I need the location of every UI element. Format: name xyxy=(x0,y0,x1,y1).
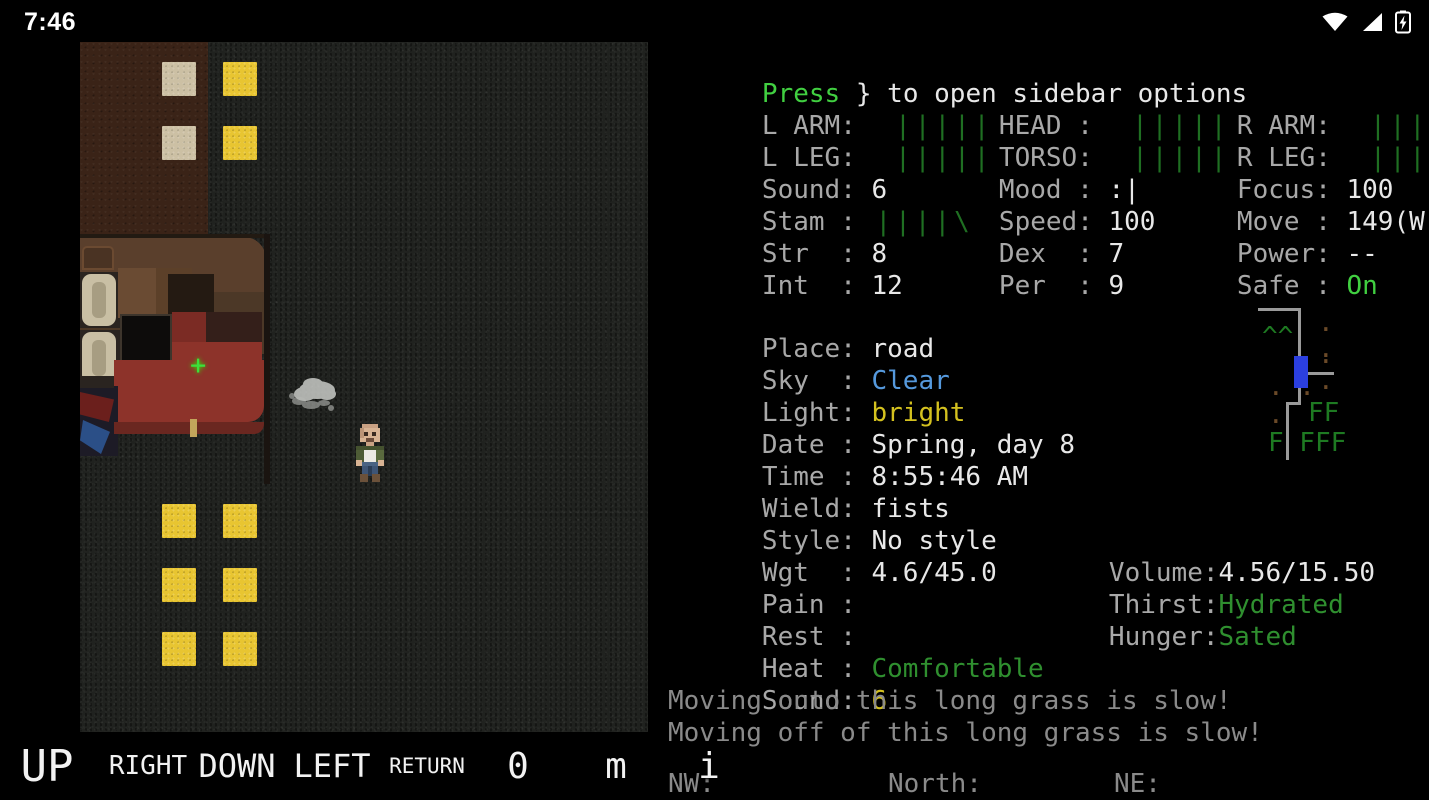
status-icons xyxy=(1321,10,1411,34)
info-value: Sated xyxy=(1218,622,1297,652)
road-marking-unlit xyxy=(162,126,196,160)
info-label: Hunger: xyxy=(1108,622,1219,652)
stat-sound: Sound: 6 xyxy=(668,142,887,205)
info-style: Style: No style xyxy=(668,493,997,556)
info-sky: Sky : Clear xyxy=(668,333,950,396)
overmap-minimap[interactable]: ^^ FF F FFF . . . . . . . xyxy=(1250,296,1360,462)
battery-charging-icon xyxy=(1395,10,1411,34)
info-light: Light: bright xyxy=(668,365,966,428)
stat-safemode: Safe : On xyxy=(1143,238,1378,301)
info-value: Comfortable xyxy=(871,654,1044,684)
key-down-button[interactable]: DOWN xyxy=(194,732,280,800)
stat-str: Str : 8 xyxy=(668,206,887,269)
road-marking-unlit xyxy=(162,62,196,96)
status-clock: 7:46 xyxy=(24,8,77,36)
key-i-button[interactable]: i xyxy=(690,732,728,800)
info-heat: Heat : Comfortable xyxy=(668,621,1044,684)
info-thirst: Thirst:Hydrated xyxy=(1015,557,1344,620)
compass-north-label: North: xyxy=(888,769,982,799)
stat-label: Int : xyxy=(761,271,856,301)
cell-signal-icon xyxy=(1363,13,1382,31)
message-log-line: Moving off of this long grass is slow! xyxy=(668,718,1263,748)
stat-label: Per : xyxy=(998,271,1093,301)
info-place: Place: road xyxy=(668,301,934,364)
road-marking xyxy=(223,568,257,602)
road-marking xyxy=(223,632,257,666)
minimap-field-dots: . . xyxy=(1268,372,1315,402)
minimap-road xyxy=(1258,308,1300,311)
game-map-view[interactable]: + xyxy=(80,42,648,732)
stat-per: Per : 9 xyxy=(905,238,1124,301)
key-return-button[interactable]: RETURN xyxy=(384,732,470,800)
vehicle-car[interactable]: + xyxy=(80,234,270,489)
info-time: Time : 8:55:46 AM xyxy=(668,429,1028,492)
minimap-forest-row: F FFF xyxy=(1268,428,1347,458)
stat-focus: Focus: 100 xyxy=(1143,142,1394,205)
key-right-button[interactable]: RIGHT xyxy=(108,732,188,800)
info-rest: Rest : xyxy=(668,589,872,652)
minimap-field-dots: . . xyxy=(1318,340,1334,396)
minimap-forest-top: ^^ xyxy=(1262,322,1294,352)
stat-power: Power: -- xyxy=(1143,206,1378,269)
road-marking xyxy=(162,504,196,538)
info-hunger: Hunger:Sated xyxy=(1015,589,1297,652)
minimap-forest-row: FF xyxy=(1308,398,1340,428)
stat-speed: Speed: 100 xyxy=(905,174,1156,237)
smoke-cloud xyxy=(289,378,336,411)
key-m-button[interactable]: m xyxy=(592,732,640,800)
player-character xyxy=(356,424,384,482)
stat-value: 9 xyxy=(1108,271,1125,301)
info-sound: Sound: 6 xyxy=(668,653,887,716)
key-zero-button[interactable]: 0 xyxy=(494,732,542,800)
compass-ne-label: NE: xyxy=(1114,769,1161,799)
message-log-line: Moving onto this long grass is slow! xyxy=(668,686,1232,716)
info-pain: Pain : xyxy=(668,557,872,620)
stat-int: Int : 12 xyxy=(668,238,903,301)
app-screen: 7:46 + Press} to open sidebar options L… xyxy=(0,0,1429,800)
bodypart-r-arm: R ARM: ||||| xyxy=(1143,78,1429,141)
key-up-button[interactable]: UP xyxy=(16,732,78,800)
stat-value: 12 xyxy=(871,271,903,301)
road-marking xyxy=(223,126,257,160)
road-marking xyxy=(223,62,257,96)
sidebar-hint: Press } to open sidebar options xyxy=(668,46,1247,109)
road-marking xyxy=(162,632,196,666)
info-weight: Wgt : 4.6/45.0 xyxy=(668,525,997,588)
stat-mood: Mood : :| xyxy=(905,142,1140,205)
info-volume: Volume:4.56/15.50 xyxy=(1015,525,1375,588)
android-status-bar: 7:46 xyxy=(0,0,1429,42)
road-marking xyxy=(223,504,257,538)
minimap-field-dots: . xyxy=(1268,400,1284,430)
stat-dex: Dex : 7 xyxy=(905,206,1124,269)
key-left-button[interactable]: LEFT xyxy=(290,732,374,800)
bodypart-r-leg: R LEG: ||||| xyxy=(1143,110,1429,173)
wifi-icon xyxy=(1322,12,1348,31)
stat-move: Move : 149(W) xyxy=(1143,174,1429,237)
info-wield: Wield: fists xyxy=(668,461,950,524)
vehicle-control-cursor: + xyxy=(190,350,207,381)
info-value: 4.6/45.0 xyxy=(871,558,997,588)
road-marking xyxy=(162,568,196,602)
info-date: Date : Spring, day 8 xyxy=(668,397,1075,460)
